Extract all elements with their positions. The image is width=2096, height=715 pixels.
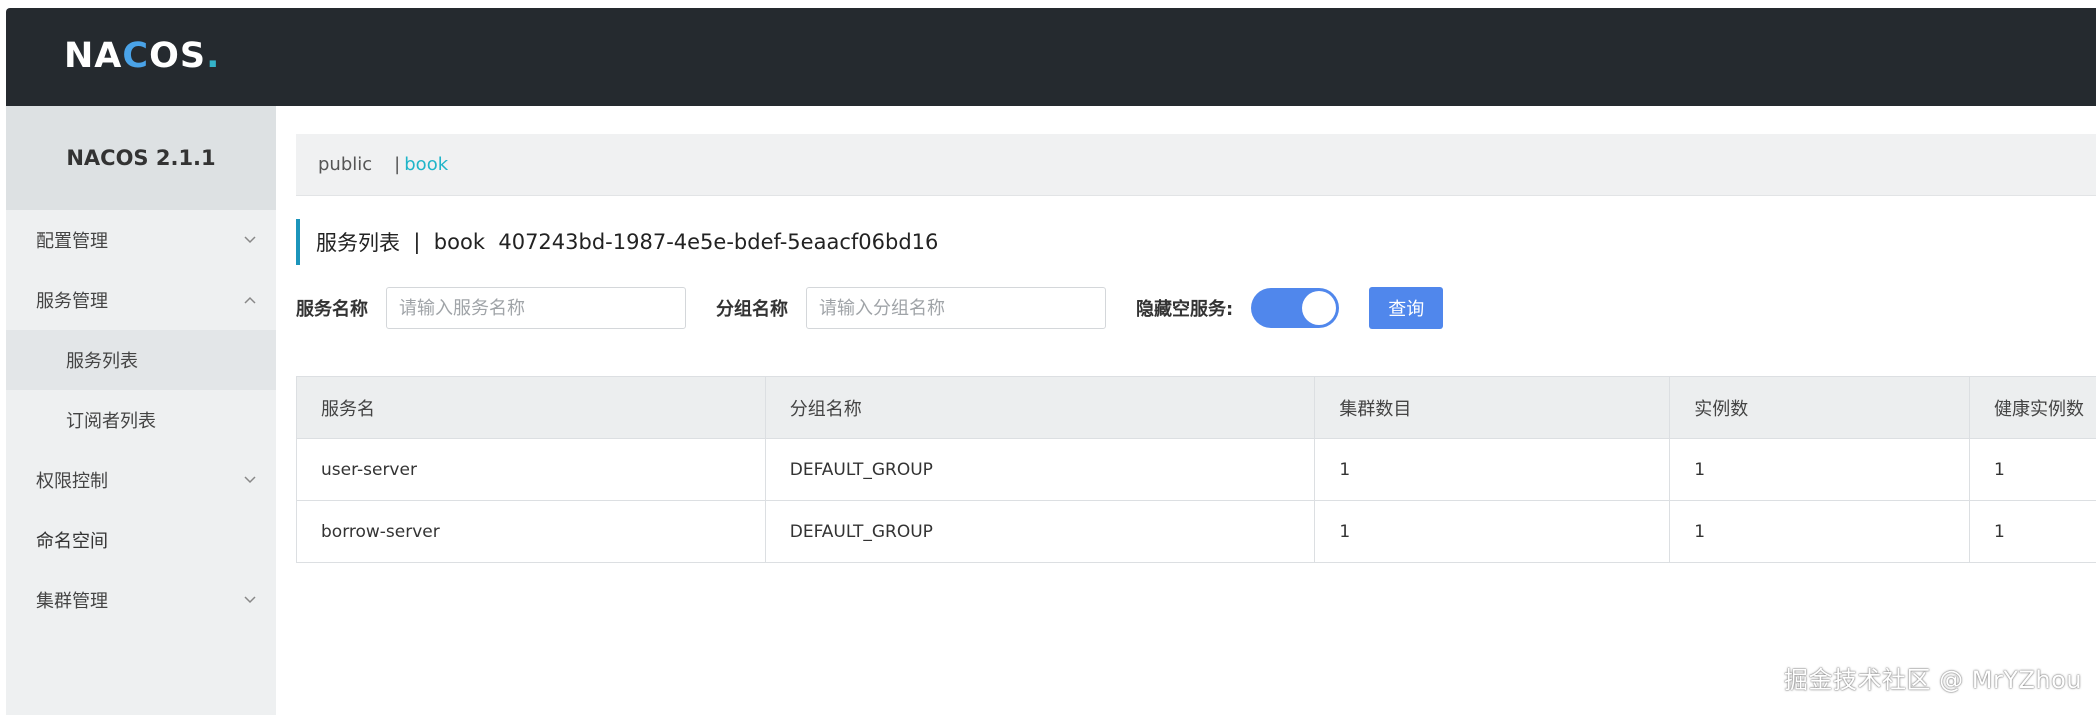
service-name-label: 服务名称 (296, 299, 368, 320)
service-table: 服务名 分组名称 集群数目 实例数 健康实例数 user-server DEFA… (296, 376, 2096, 563)
cell-service: borrow-server (297, 501, 766, 563)
app-window: NA C O S. NACOS 2.1.1 配置管理 服务管理 服务列表 订阅者列表 … (6, 8, 2096, 715)
sidebar-item-label: 服务列表 (66, 351, 138, 372)
cell-instances: 1 (1670, 439, 1971, 501)
sidebar: NACOS 2.1.1 配置管理 服务管理 服务列表 订阅者列表 权限控制 命名… (6, 106, 276, 715)
cell-group: DEFAULT_GROUP (765, 501, 1316, 563)
column-header-instances[interactable]: 实例数 (1670, 377, 1971, 439)
page-title: 服务列表 | book 407243bd-1987-4e5e-bdef-5eaa… (296, 219, 938, 265)
sidebar-item-subscribers[interactable]: 订阅者列表 (6, 390, 276, 450)
cell-service: user-server (297, 439, 766, 501)
sidebar-item-permission[interactable]: 权限控制 (6, 450, 276, 510)
watermark: 掘金技术社区 @ MrYZhou (1784, 666, 2083, 694)
sidebar-item-label: 权限控制 (36, 471, 108, 492)
namespace-name: book (433, 230, 485, 254)
column-header-group[interactable]: 分组名称 (765, 377, 1316, 439)
cell-clusters: 1 (1315, 439, 1671, 501)
namespace-bar: public | book (296, 134, 2096, 196)
sidebar-item-label: 服务管理 (36, 291, 108, 312)
cell-healthy: 1 (1970, 439, 2096, 501)
cell-healthy: 1 (1970, 501, 2096, 563)
sidebar-item-cluster[interactable]: 集群管理 (6, 570, 276, 630)
nacos-logo[interactable]: NA C O S. (64, 36, 220, 76)
hide-empty-label: 隐藏空服务: (1136, 299, 1234, 320)
table-header: 服务名 分组名称 集群数目 实例数 健康实例数 (297, 377, 2096, 439)
cell-clusters: 1 (1315, 501, 1671, 563)
top-bar: NA C O S. (6, 8, 2096, 106)
column-header-healthy[interactable]: 健康实例数 (1970, 377, 2096, 439)
page-title-text: 服务列表 (316, 231, 400, 255)
sidebar-item-label: 集群管理 (36, 591, 108, 612)
namespace-book[interactable]: book (404, 154, 448, 175)
chevron-down-icon (240, 230, 260, 250)
main-content: public | book 服务列表 | book 407243bd-1987-… (276, 106, 2096, 715)
group-name-label: 分组名称 (716, 299, 788, 320)
namespace-separator: | (394, 154, 401, 175)
namespace-public[interactable]: public (318, 154, 372, 175)
sidebar-item-label: 订阅者列表 (66, 411, 156, 432)
column-header-service[interactable]: 服务名 (297, 377, 766, 439)
sidebar-item-label: 命名空间 (36, 531, 108, 552)
hide-empty-toggle[interactable] (1251, 288, 1340, 328)
sidebar-item-config[interactable]: 配置管理 (6, 210, 276, 270)
column-header-clusters[interactable]: 集群数目 (1315, 377, 1671, 439)
sidebar-item-label: 配置管理 (36, 231, 108, 252)
group-name-input[interactable] (806, 287, 1106, 329)
sidebar-item-namespace[interactable]: 命名空间 (6, 510, 276, 570)
service-name-input[interactable] (386, 287, 686, 329)
sidebar-item-service[interactable]: 服务管理 (6, 270, 276, 330)
chevron-down-icon (240, 590, 260, 610)
toggle-knob (1302, 291, 1337, 325)
namespace-id: 407243bd-1987-4e5e-bdef-5eaacf06bd16 (498, 230, 939, 254)
page-title-separator: | (413, 230, 421, 254)
sidebar-item-service-list[interactable]: 服务列表 (6, 330, 276, 390)
filter-bar: 服务名称 分组名称 隐藏空服务: 查询 (296, 286, 1444, 330)
chevron-up-icon (240, 290, 260, 310)
version-label: NACOS 2.1.1 (6, 106, 276, 210)
query-button[interactable]: 查询 (1369, 287, 1444, 329)
cell-group: DEFAULT_GROUP (765, 439, 1316, 501)
table-row: user-server DEFAULT_GROUP 1 1 1 (297, 439, 2096, 501)
cell-instances: 1 (1670, 501, 1971, 563)
chevron-down-icon (240, 470, 260, 490)
table-row: borrow-server DEFAULT_GROUP 1 1 1 (297, 501, 2096, 563)
